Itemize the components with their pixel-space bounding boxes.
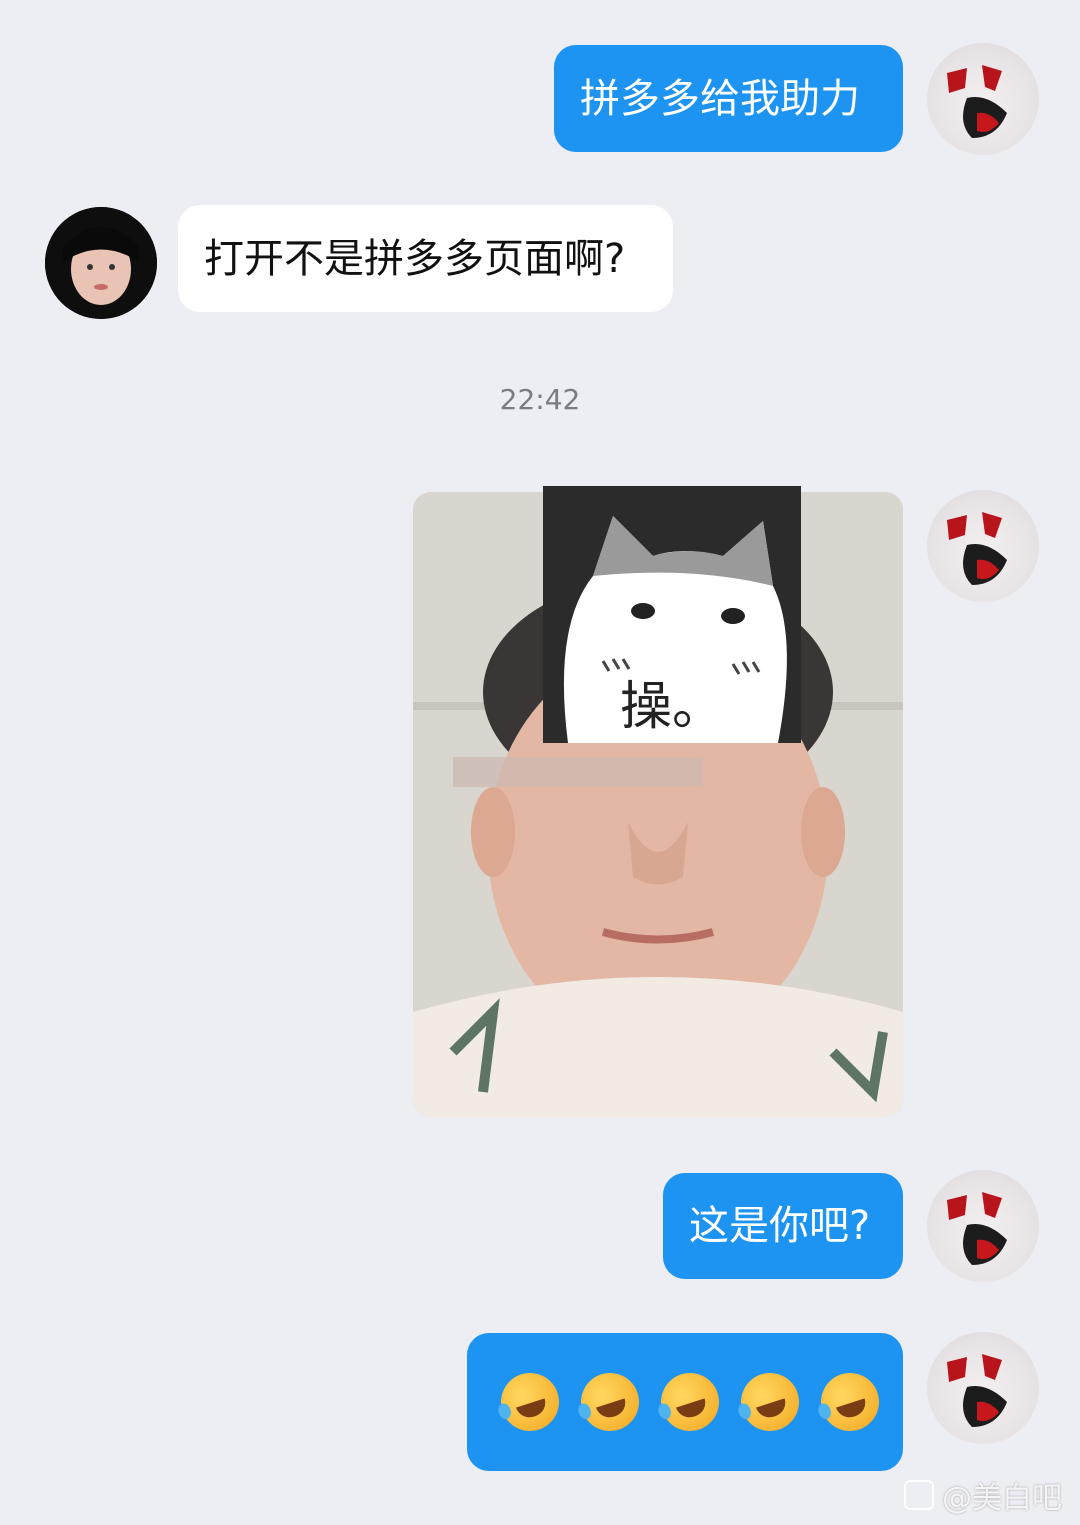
my-avatar[interactable] (927, 1332, 1039, 1444)
rolling-on-floor-laughing-icon (573, 1365, 647, 1439)
watermark-text: @美白吧 (942, 1481, 1062, 1516)
my-avatar[interactable] (927, 490, 1039, 602)
meme-sticker-overlay: 操。 (543, 486, 801, 743)
contact-photo-icon (45, 207, 157, 319)
outgoing-message-bubble[interactable]: 这是你吧? (663, 1173, 903, 1279)
emoji-message-bubble[interactable] (467, 1333, 903, 1471)
message-text: 打开不是拼多多页面啊? (204, 235, 626, 282)
outgoing-message-bubble[interactable]: 拼多多给我助力 (554, 45, 903, 152)
message-text: 这是你吧? (689, 1203, 871, 1249)
contact-avatar[interactable] (45, 207, 157, 319)
my-avatar[interactable] (927, 43, 1039, 155)
emoji-row (467, 1365, 887, 1439)
watermark-logo-icon (904, 1480, 934, 1510)
my-avatar[interactable] (927, 1170, 1039, 1282)
rolling-on-floor-laughing-icon (813, 1365, 887, 1439)
meme-caption: 操。 (619, 677, 724, 737)
calligraphy-avatar-icon (947, 1192, 1007, 1265)
rolling-on-floor-laughing-icon (733, 1365, 807, 1439)
watermark: @美白吧 (904, 1473, 1062, 1517)
message-timestamp: 22:42 (499, 383, 581, 416)
message-text: 拼多多给我助力 (580, 75, 860, 122)
rolling-on-floor-laughing-icon (493, 1365, 567, 1439)
rolling-on-floor-laughing-icon (653, 1365, 727, 1439)
calligraphy-avatar-icon (947, 512, 1007, 585)
incoming-message-bubble[interactable]: 打开不是拼多多页面啊? (178, 205, 673, 312)
calligraphy-avatar-icon (947, 65, 1007, 138)
calligraphy-avatar-icon (947, 1354, 1007, 1427)
